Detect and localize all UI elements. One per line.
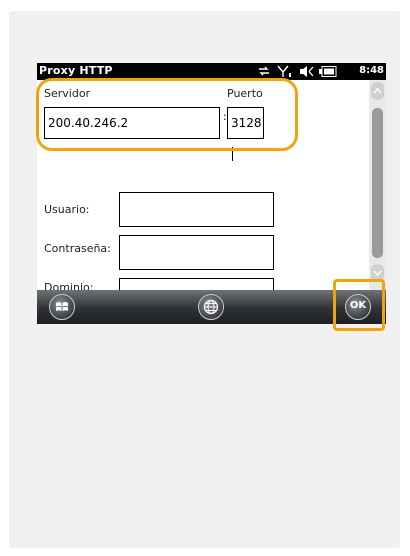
clock: 8:48 bbox=[359, 65, 384, 76]
ok-button-highlight bbox=[333, 279, 385, 331]
app-title: Proxy HTTP bbox=[39, 64, 113, 77]
scroll-up-icon[interactable] bbox=[371, 82, 384, 100]
user-input[interactable] bbox=[119, 192, 274, 227]
password-input[interactable] bbox=[119, 235, 274, 270]
password-label: Contraseña: bbox=[44, 242, 111, 255]
scroll-thumb[interactable] bbox=[372, 108, 383, 258]
server-port-highlight bbox=[36, 78, 298, 151]
vertical-scrollbar[interactable] bbox=[369, 80, 386, 290]
user-label: Usuario: bbox=[44, 203, 90, 216]
windows-start-icon[interactable] bbox=[49, 294, 75, 320]
globe-icon[interactable] bbox=[198, 294, 224, 320]
